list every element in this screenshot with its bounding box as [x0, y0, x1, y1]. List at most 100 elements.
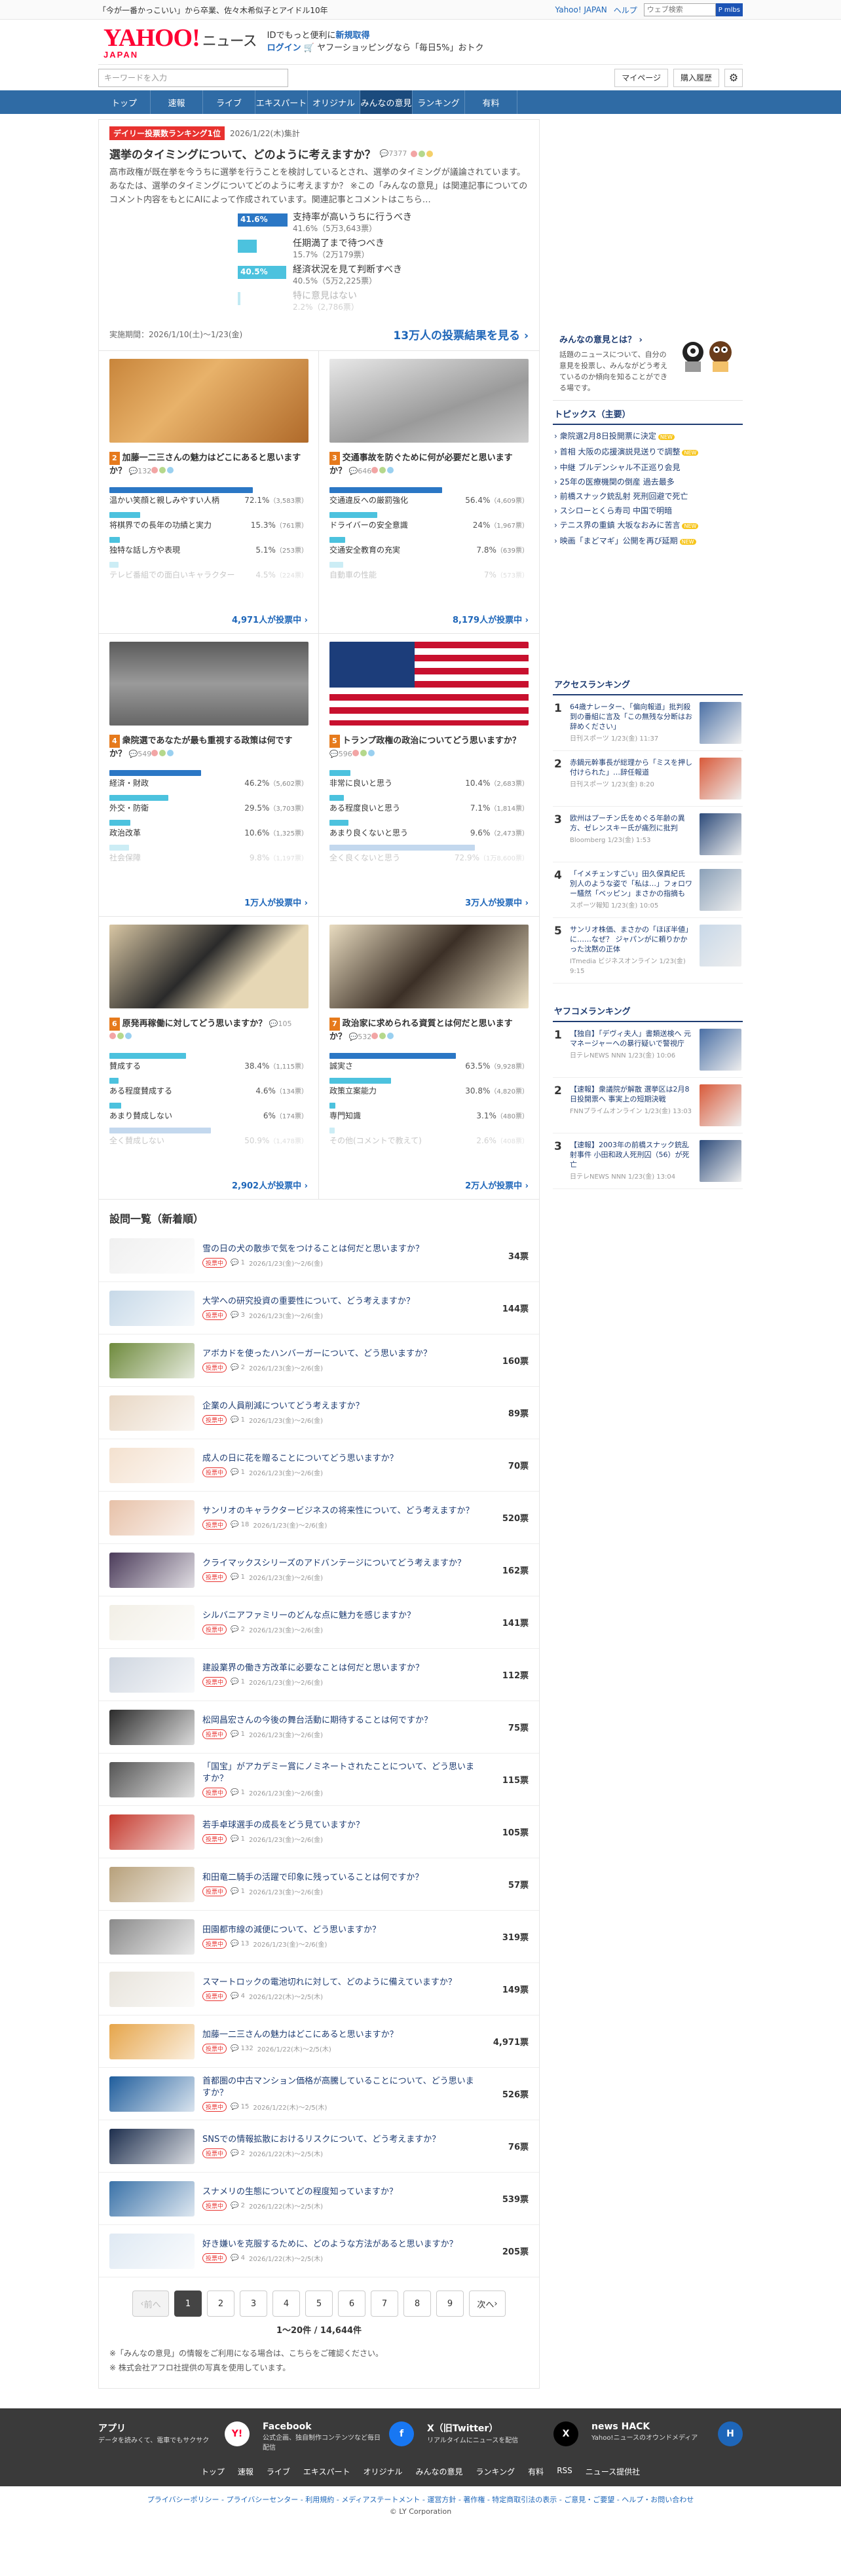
- footer-links[interactable]: プライバシーポリシー - プライバシーセンター - 利用規約 - メディアステー…: [0, 2486, 841, 2507]
- purchase-history-button[interactable]: 購入履歴: [673, 68, 719, 87]
- poll-option[interactable]: 全く良くないと思う 72.9%（1万8,600票）: [329, 845, 529, 864]
- list-item-title[interactable]: 若手卓球選手の成長をどう見ていますか？: [202, 1820, 481, 1831]
- topic-link[interactable]: › 首相 大阪の応援演説見送りで調整 NEW: [554, 445, 741, 460]
- ranking-title[interactable]: 【速報】衆議院が解散 選挙区は2月8日投開票へ 事実上の短期決戦: [570, 1085, 690, 1103]
- list-item-title[interactable]: SNSでの情報拡散におけるリスクについて、どう考えますか？: [202, 2134, 481, 2146]
- poll-option[interactable]: ドライバーの安全意識 24%（1,967票）: [329, 512, 529, 532]
- list-item-title[interactable]: 成人の日に花を贈ることについてどう思いますか？: [202, 1453, 481, 1465]
- list-item[interactable]: 「国宝」がアカデミー賞にノミネートされたことについて、どう思いますか？ 投票中 💬 …: [99, 1754, 539, 1806]
- list-item[interactable]: スマートロックの電池切れに対して、どのように備えていますか？ 投票中 💬 4 2026…: [99, 1963, 539, 2015]
- list-item-title[interactable]: スマートロックの電池切れに対して、どのように備えていますか？: [202, 1977, 481, 1989]
- poll-card-title[interactable]: 6 原発再稼働に対してどう思いますか？ 💬105: [109, 1018, 308, 1044]
- poll-card[interactable]: 7 政治家に求められる資質とは何だと思いますか？ 💬532 誠実さ 63.5%（9,9…: [319, 917, 539, 1200]
- ranking-item[interactable]: 1 【独自】「デヴィ夫人」書類送検へ 元マネージャーへの暴行疑いで警視庁 日テレNE…: [553, 1022, 743, 1078]
- list-item[interactable]: 和田竜二騎手の活躍で印象に残っていることは何ですか？ 投票中 💬 1 2026/1/2…: [99, 1858, 539, 1911]
- list-item-title[interactable]: 建設業界の働き方改革に必要なことは何だと思いますか？: [202, 1663, 481, 1674]
- ranking-title[interactable]: 【速報】2003年の前橋スナック銃乱射事件 小田和政人死刑囚（56）が死亡: [570, 1141, 690, 1169]
- topic-link[interactable]: › スシローとくら寿司 中国で明暗: [554, 504, 741, 518]
- list-item[interactable]: 成人の日に花を贈ることについてどう思いますか？ 投票中 💬 1 2026/1/23(金…: [99, 1439, 539, 1492]
- footer-social-1[interactable]: Facebook 公式企画、独自制作コンテンツなど毎日配信 f: [263, 2421, 414, 2453]
- list-item[interactable]: スナメリの生態についてどの程度知っていますか？ 投票中 💬 2 2026/1/22(木…: [99, 2173, 539, 2225]
- list-item-title[interactable]: アボカドを使ったハンバーガーについて、どう思いますか？: [202, 1348, 481, 1360]
- poll-option[interactable]: あまり賛成しない 6%（174票）: [109, 1103, 308, 1122]
- web-search-button[interactable]: P mlbs: [715, 3, 743, 16]
- yahoo-japan-link[interactable]: Yahoo! JAPAN: [555, 5, 607, 14]
- ranking-title[interactable]: 欧州はプーチン氏をめぐる年齢の異方、ゼレンスキー氏が痛烈に批判: [570, 814, 685, 832]
- prev-page-button[interactable]: ‹ 前へ: [132, 2291, 169, 2317]
- list-item-title[interactable]: 「国宝」がアカデミー賞にノミネートされたことについて、どう思いますか？: [202, 1761, 481, 1785]
- poll-option[interactable]: 社会保障 9.8%（1,197票）: [109, 845, 308, 864]
- poll-option[interactable]: 独特な話し方や表現 5.1%（253票）: [109, 537, 308, 557]
- nav-original[interactable]: オリジナル: [308, 90, 360, 114]
- featured-option[interactable]: 特に意見はない 2.2%（2,786票）: [238, 291, 529, 317]
- poll-card-vote-link[interactable]: 4,971人が投票中 ›: [232, 613, 308, 625]
- footer-social-0[interactable]: アプリ データを読みくて、電車でもサクサク Y!: [98, 2421, 250, 2453]
- help-link[interactable]: ヘルプ: [614, 5, 637, 16]
- list-item[interactable]: 若手卓球選手の成長をどう見ていますか？ 投票中 💬 1 2026/1/23(金)〜2/…: [99, 1806, 539, 1858]
- poll-card-vote-link[interactable]: 3万人が投票中 ›: [465, 896, 529, 908]
- web-search-input[interactable]: [643, 3, 716, 16]
- list-item[interactable]: アボカドを使ったハンバーガーについて、どう思いますか？ 投票中 💬 2 2026/1/…: [99, 1334, 539, 1387]
- ranking-item[interactable]: 4 「イメチェンすごい」田久保真紀氏 別人のような姿で「私は…」フォロワー騒然「ベ…: [553, 862, 743, 918]
- list-item-title[interactable]: 和田竜二騎手の活躍で印象に残っていることは何ですか？: [202, 1872, 481, 1884]
- page-5-button[interactable]: 5: [305, 2291, 333, 2317]
- topic-link[interactable]: › 衆院選2月8日投開票に決定 NEW: [554, 429, 741, 445]
- footer-nav-item[interactable]: エキスパート: [303, 2466, 350, 2477]
- poll-card-title[interactable]: 3 交通事故を防ぐために何が必要だと思いますか？ 💬646: [329, 452, 529, 478]
- footer-nav-item[interactable]: みんなの意見: [416, 2466, 463, 2477]
- mypage-button[interactable]: マイページ: [614, 68, 668, 87]
- poll-option[interactable]: 専門知識 3.1%（480票）: [329, 1103, 529, 1122]
- list-item[interactable]: クライマックスシリーズのアドバンテージについてどう考えますか？ 投票中 💬 1 202…: [99, 1544, 539, 1596]
- poll-option[interactable]: 交通違反への厳罰強化 56.4%（4,609票）: [329, 487, 529, 507]
- list-item-title[interactable]: 雪の日の犬の散歩で気をつけることは何だと思いますか？: [202, 1243, 481, 1255]
- poll-card-vote-link[interactable]: 2,902人が投票中 ›: [232, 1179, 308, 1191]
- topic-link[interactable]: › 25年の医療機関の倒産 過去最多: [554, 475, 741, 489]
- yahoo-news-logo[interactable]: YAHOO! ニュース JAPAN: [103, 26, 257, 59]
- list-item[interactable]: サンリオのキャラクタービジネスの将来性について、どう考えますか？ 投票中 💬 18 2…: [99, 1492, 539, 1544]
- poll-option[interactable]: 全く賛成しない 50.9%（1,478票）: [109, 1128, 308, 1147]
- nav-top[interactable]: トップ: [98, 90, 151, 114]
- poll-card-vote-link[interactable]: 8,179人が投票中 ›: [453, 613, 529, 625]
- topic-link[interactable]: › 中継 ブルデンシャル不正巡り会見: [554, 460, 741, 475]
- list-item-title[interactable]: 松岡昌宏さんの今後の舞台活動に期待することは何ですか？: [202, 1715, 481, 1727]
- poll-card-vote-link[interactable]: 2万人が投票中 ›: [465, 1179, 529, 1191]
- page-1-button[interactable]: 1: [174, 2291, 202, 2317]
- nav-paid[interactable]: 有料: [465, 90, 517, 114]
- signup-link[interactable]: 新規取得: [336, 31, 370, 41]
- featured-option[interactable]: 41.6% 支持率が高いうちに行うべき 41.6%（5万3,643票）: [238, 212, 529, 238]
- footer-nav-item[interactable]: 速報: [238, 2466, 253, 2477]
- featured-title[interactable]: 選挙のタイミングについて、どのように考えますか？ 💬7377: [109, 145, 529, 162]
- ranking-item[interactable]: 5 サンリオ株価、まさかの「ほぼ半値」に……なぜ？ ジャパンがに頼りかかった沈黙の…: [553, 918, 743, 984]
- poll-option[interactable]: 将棋界での長年の功績と実力 15.3%（761票）: [109, 512, 308, 532]
- list-item[interactable]: 大学への研究投資の重要性について、どう考えますか？ 投票中 💬 3 2026/1/23…: [99, 1282, 539, 1334]
- footer-nav-item[interactable]: ライブ: [267, 2466, 290, 2477]
- nav-expert[interactable]: エキスパート: [255, 90, 308, 114]
- list-item[interactable]: シルバニアファミリーのどんな点に魅力を感じますか？ 投票中 💬 2 2026/1/23…: [99, 1596, 539, 1649]
- footer-nav-item[interactable]: 有料: [528, 2466, 544, 2477]
- footer-nav-item[interactable]: RSS: [557, 2466, 572, 2477]
- featured-option[interactable]: 任期満了まで待つべき 15.7%（2万179票）: [238, 238, 529, 265]
- gear-icon[interactable]: ⚙: [724, 68, 743, 87]
- featured-option[interactable]: 40.5% 経済状況を見て判断すべき 40.5%（5万2,225票）: [238, 265, 529, 291]
- poll-option[interactable]: 経済・財政 46.2%（5,602票）: [109, 770, 308, 790]
- list-item-title[interactable]: スナメリの生態についてどの程度知っていますか？: [202, 2186, 481, 2198]
- opinion-about-box[interactable]: みんなの意見とは？ › 話題のニュースについて、自分の意見を投票し、みんながどう…: [553, 326, 743, 401]
- poll-option[interactable]: 非常に良いと思う 10.4%（2,683票）: [329, 770, 529, 790]
- list-item-title[interactable]: 田園都市線の減便について、どう思いますか？: [202, 1924, 481, 1936]
- ranking-title[interactable]: 「イメチェンすごい」田久保真紀氏 別人のような姿で「私は…」フォロワー騒然「ベッ…: [570, 870, 692, 898]
- footer-social-3[interactable]: news HACK Yahoo!ニュースのオウンドメディア H: [591, 2421, 743, 2453]
- list-item[interactable]: 首都圏の中古マンション価格が高騰していることについて、どう思いますか？ 投票中 💬 …: [99, 2068, 539, 2120]
- poll-option[interactable]: ある程度良いと思う 7.1%（1,814票）: [329, 795, 529, 815]
- poll-option[interactable]: 外交・防衛 29.5%（3,703票）: [109, 795, 308, 815]
- poll-card[interactable]: 3 交通事故を防ぐために何が必要だと思いますか？ 💬646 交通違反への厳罰強化 56…: [319, 351, 539, 634]
- poll-option[interactable]: 誠実さ 63.5%（9,928票）: [329, 1053, 529, 1073]
- poll-option[interactable]: 賛成する 38.4%（1,115票）: [109, 1053, 308, 1073]
- list-item[interactable]: 雪の日の犬の散歩で気をつけることは何だと思いますか？ 投票中 💬 1 2026/1/2…: [99, 1230, 539, 1282]
- nav-live[interactable]: ライブ: [203, 90, 255, 114]
- nav-ranking[interactable]: ランキング: [413, 90, 465, 114]
- list-item[interactable]: 建設業界の働き方改革に必要なことは何だと思いますか？ 投票中 💬 1 2026/1/2…: [99, 1649, 539, 1701]
- poll-option[interactable]: 交通安全教育の充実 7.8%（639票）: [329, 537, 529, 557]
- list-item[interactable]: 松岡昌宏さんの今後の舞台活動に期待することは何ですか？ 投票中 💬 1 2026/1/…: [99, 1701, 539, 1754]
- poll-card[interactable]: 6 原発再稼働に対してどう思いますか？ 💬105 賛成する 38.4%（1,115票）…: [99, 917, 319, 1200]
- list-item-title[interactable]: 加藤一二三さんの魅力はどこにあると思いますか？: [202, 2029, 481, 2041]
